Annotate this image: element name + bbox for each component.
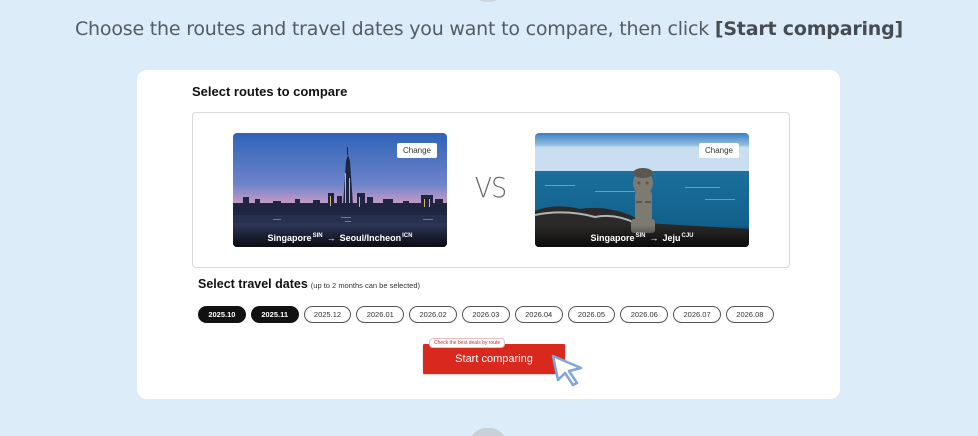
route-arrow-icon: → [326,233,336,243]
instruction-text: Choose the routes and travel dates you w… [0,18,978,40]
bottom-decoration [470,428,506,436]
change-route-button[interactable]: Change [396,143,437,158]
date-pill[interactable]: 2026.04 [514,306,563,323]
destination-city: Seoul/Incheon [339,233,402,243]
route-card-seoul[interactable]: Change SingaporeSIN → Seoul/IncheonICN [233,133,447,247]
instruction-bold: [Start comparing] [714,18,904,40]
date-pill[interactable]: 2026.05 [567,306,616,323]
date-pill[interactable]: 2025.12 [303,306,352,323]
compare-card: Select routes to compare Change Singapor… [137,70,840,399]
destination-code: ICN [402,233,413,239]
dates-title-text: Select travel dates [198,277,308,291]
top-decoration [474,0,502,2]
date-pill[interactable]: 2026.06 [620,306,669,323]
date-pill[interactable]: 2026.03 [461,306,510,323]
origin-code: SIN [312,233,323,239]
routes-box: Change SingaporeSIN → Seoul/IncheonICN VS [192,112,790,268]
best-deals-hint: Check the best deals by route [429,338,506,348]
pointer-cursor-icon [551,354,583,387]
route-label-jeju: SingaporeSIN → JejuCJU [535,225,749,247]
dates-title: Select travel dates (up to 2 months can b… [198,277,420,291]
date-pill[interactable]: 2026.01 [356,306,405,323]
route-card-jeju[interactable]: Change SingaporeSIN → JejuCJU [535,133,749,247]
destination-code: CJU [681,233,694,239]
route-arrow-icon: → [649,233,659,243]
origin-code: SIN [635,233,646,239]
change-route-button[interactable]: Change [698,143,739,158]
origin-city: Singapore [590,233,635,243]
start-comparing-button[interactable]: Start comparing [423,344,565,374]
routes-title: Select routes to compare [192,84,348,99]
dates-note: (up to 2 months can be selected) [310,281,421,290]
date-pill[interactable]: 2026.02 [409,306,457,323]
date-pill[interactable]: 2026.07 [673,306,721,323]
date-pill[interactable]: 2026.08 [725,306,774,323]
origin-city: Singapore [267,233,312,243]
vs-label: VS [474,171,507,204]
date-pill[interactable]: 2025.10 [198,306,246,323]
instruction-main: Choose the routes and travel dates you w… [74,18,715,40]
date-pill[interactable]: 2025.11 [250,306,299,323]
date-pill-row: 2025.10 2025.11 2025.12 2026.01 2026.02 … [198,306,774,323]
destination-city: Jeju [662,233,681,243]
route-label-seoul: SingaporeSIN → Seoul/IncheonICN [233,225,447,247]
